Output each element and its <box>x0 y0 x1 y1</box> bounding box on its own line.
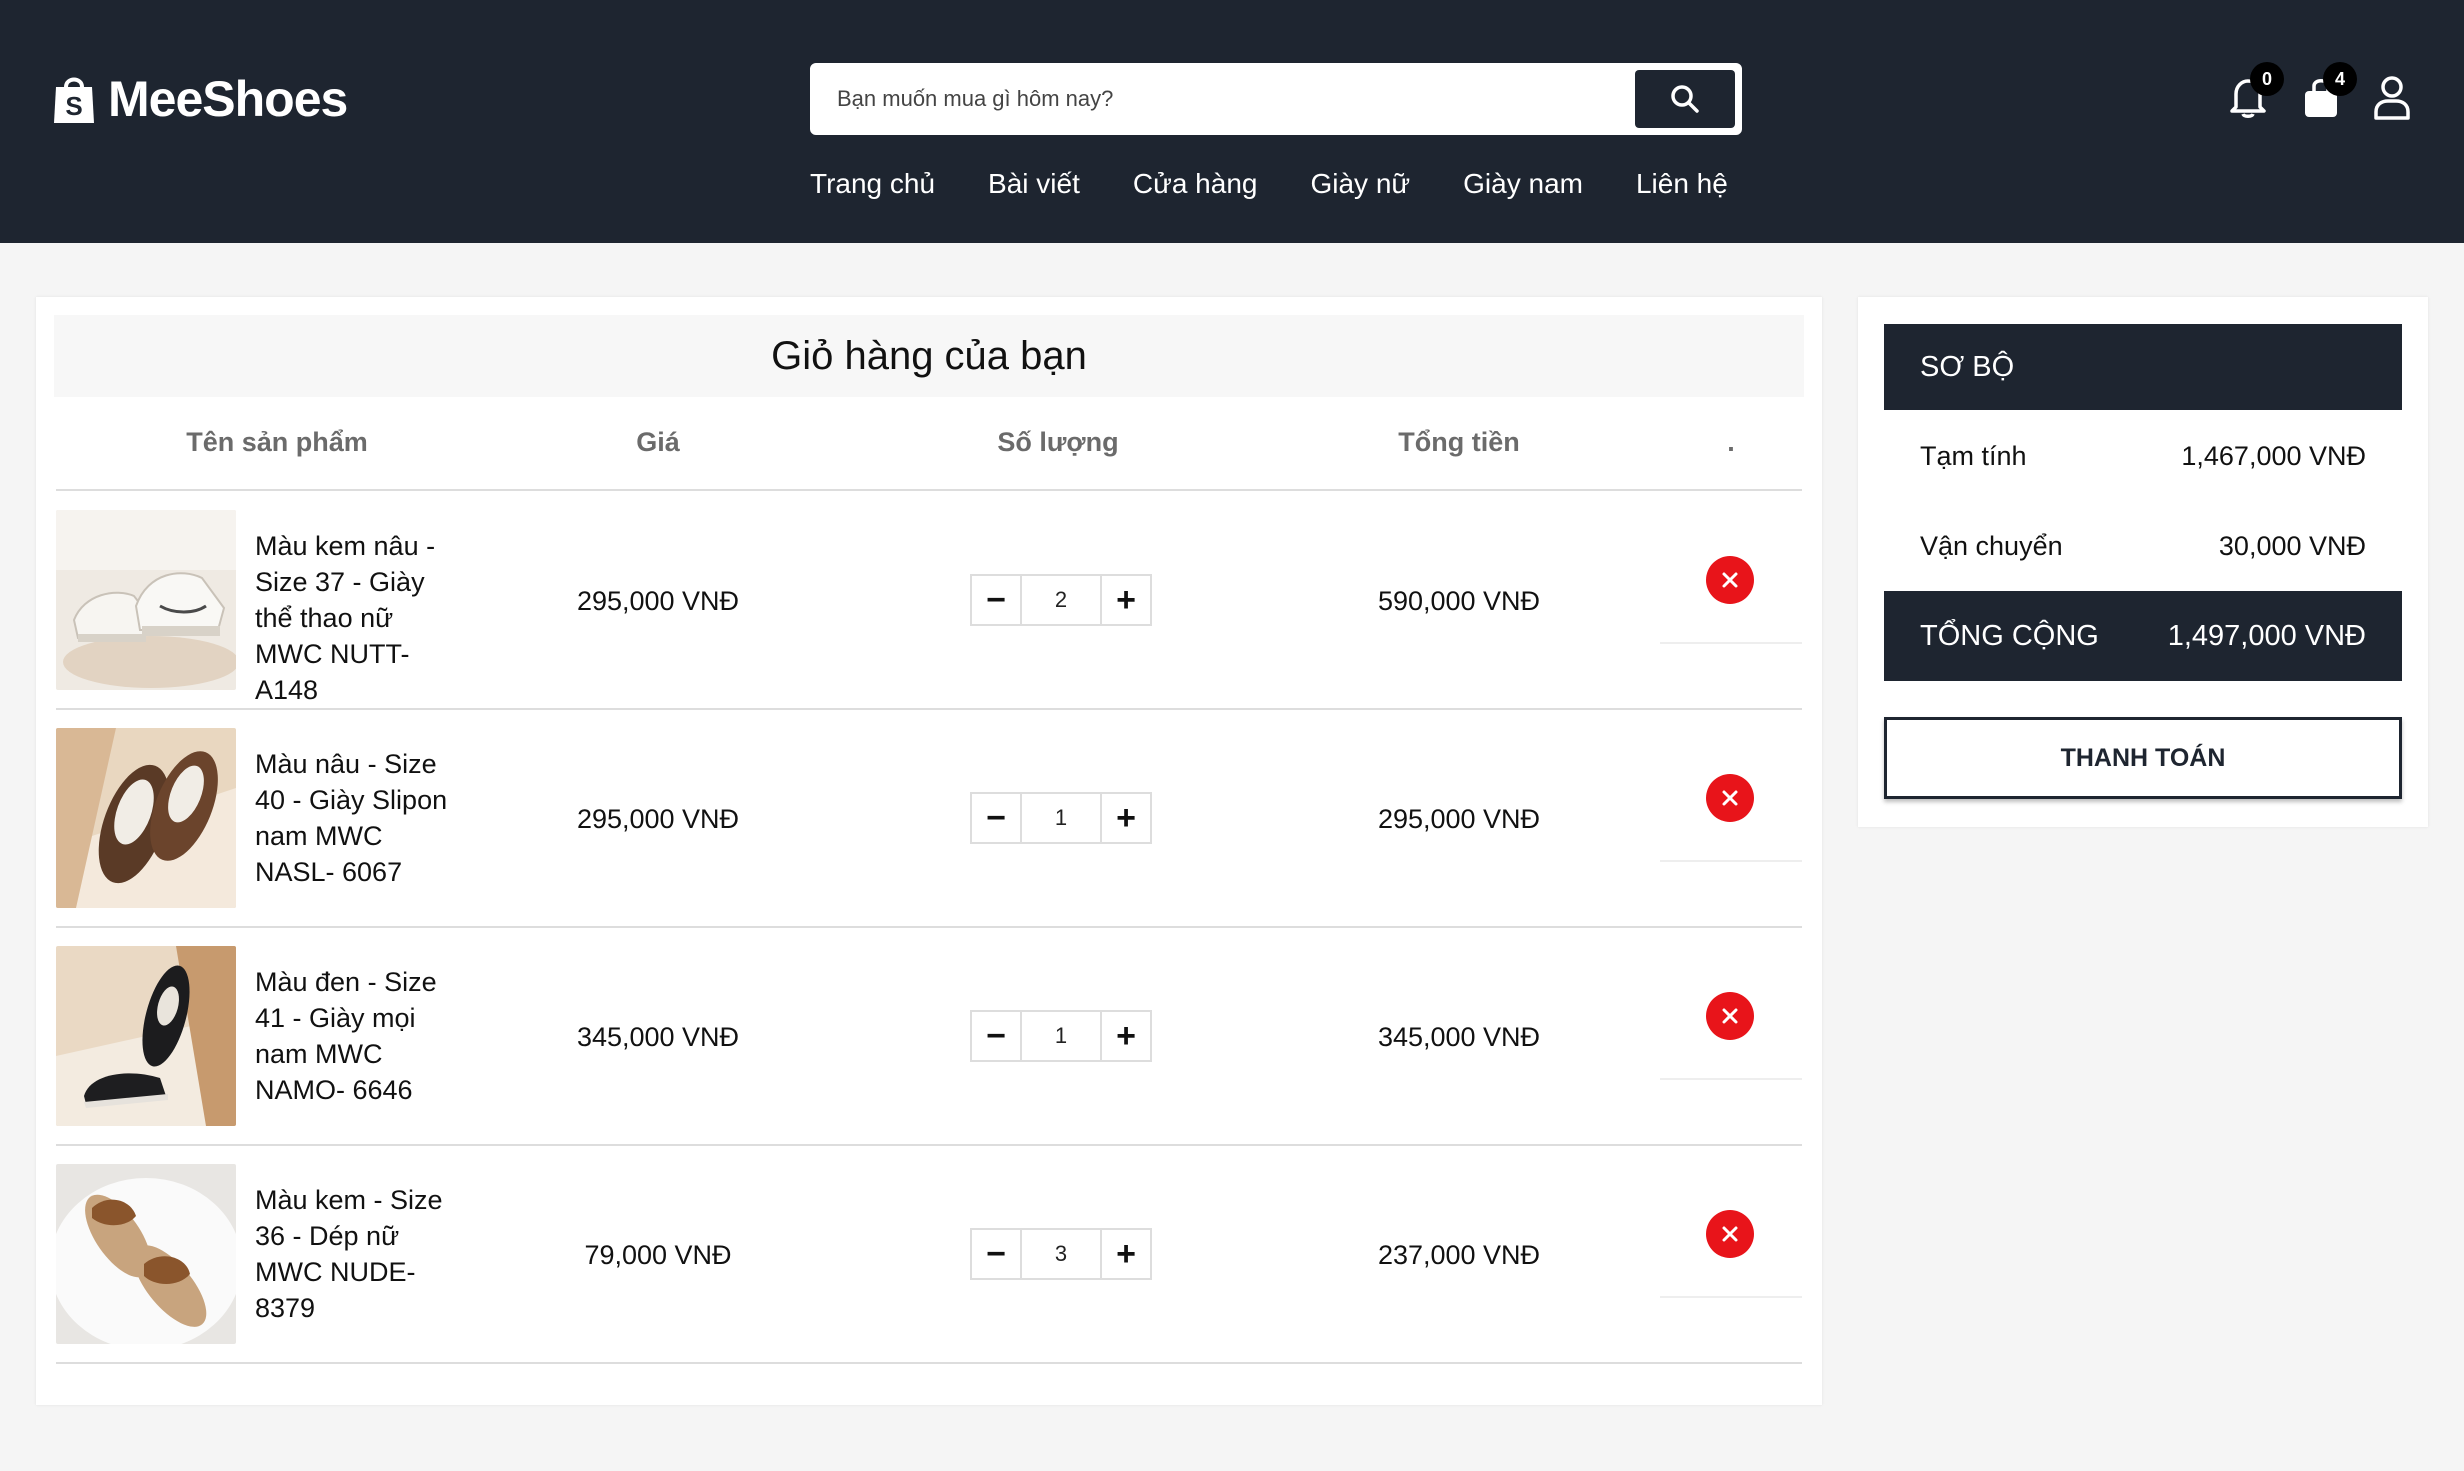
header-quantity: Số lượng <box>997 427 1119 457</box>
product-price: 295,000 VNĐ <box>576 803 740 834</box>
nav-men-shoes[interactable]: Giày nam <box>1463 168 1583 200</box>
delete-cell <box>1660 710 1802 862</box>
product-price: 345,000 VNĐ <box>576 1021 740 1052</box>
notifications-button[interactable]: 0 <box>2224 62 2284 122</box>
table-row: Màu đen - Size 41 - Giày mọi nam MWC NAM… <box>56 928 1802 1146</box>
logo[interactable]: S MeeShoes <box>52 70 348 128</box>
nav-blog[interactable]: Bài viết <box>988 168 1080 200</box>
nav-store[interactable]: Cửa hàng <box>1133 168 1258 200</box>
subtotal-label: Tạm tính <box>1920 440 2027 471</box>
remove-item-button[interactable] <box>1706 992 1754 1040</box>
product-image[interactable] <box>56 946 236 1126</box>
header-product: Tên sản phẩm <box>186 427 368 457</box>
remove-item-button[interactable] <box>1706 774 1754 822</box>
nav-home[interactable]: Trang chủ <box>810 168 935 200</box>
cart-count-badge: 4 <box>2323 62 2357 96</box>
product-name[interactable]: Màu nâu - Size 40 - Giày Slipon nam MWC … <box>255 746 465 890</box>
remove-item-button[interactable] <box>1706 556 1754 604</box>
shipping-value: 30,000 VNĐ <box>2218 530 2366 561</box>
main-nav: Trang chủ Bài viết Cửa hàng Giày nữ Giày… <box>810 168 1781 200</box>
nav-contact[interactable]: Liên hệ <box>1636 168 1728 200</box>
decrease-quantity-button[interactable]: − <box>972 794 1020 842</box>
total-label: TỔNG CỘNG <box>1920 619 2099 652</box>
cart-panel: Giỏ hàng của bạn Tên sản phẩm Giá Số lượ… <box>36 297 1822 1405</box>
cart-table-header: Tên sản phẩm Giá Số lượng Tổng tiền . <box>56 427 1802 491</box>
brand-name: MeeShoes <box>108 71 348 127</box>
close-icon <box>1722 790 1738 806</box>
line-total: 237,000 VNĐ <box>1377 1239 1541 1270</box>
quantity-value[interactable]: 1 <box>1020 1012 1102 1060</box>
line-total: 295,000 VNĐ <box>1377 803 1541 834</box>
subtotal-row: Tạm tính 1,467,000 VNĐ <box>1884 411 2402 501</box>
quantity-stepper: − 2 + <box>970 574 1152 626</box>
table-row: Màu kem nâu - Size 37 - Giày thể thao nữ… <box>56 492 1802 710</box>
product-price: 79,000 VNĐ <box>584 1239 732 1270</box>
order-summary-panel: SƠ BỘ Tạm tính 1,467,000 VNĐ Vận chuyển … <box>1858 297 2428 827</box>
increase-quantity-button[interactable]: + <box>1102 576 1150 624</box>
search-bar <box>810 63 1742 135</box>
close-icon <box>1722 1008 1738 1024</box>
increase-quantity-button[interactable]: + <box>1102 1012 1150 1060</box>
product-name[interactable]: Màu kem - Size 36 - Dép nữ MWC NUDE- 837… <box>255 1182 465 1326</box>
header-total: Tổng tiền <box>1398 427 1520 457</box>
quantity-stepper: − 1 + <box>970 1010 1152 1062</box>
remove-item-button[interactable] <box>1706 1210 1754 1258</box>
header-action: . <box>1727 427 1735 457</box>
slipon-image <box>56 728 236 908</box>
site-header: S MeeShoes Trang chủ Bài viết Cửa hàng G… <box>0 0 2464 243</box>
cart-button[interactable]: 4 <box>2297 62 2357 122</box>
checkout-button[interactable]: THANH TOÁN <box>1884 717 2402 799</box>
increase-quantity-button[interactable]: + <box>1102 1230 1150 1278</box>
notification-count-badge: 0 <box>2250 62 2284 96</box>
increase-quantity-button[interactable]: + <box>1102 794 1150 842</box>
summary-title: SƠ BỘ <box>1884 324 2402 410</box>
quantity-value[interactable]: 3 <box>1020 1230 1102 1278</box>
product-name[interactable]: Màu kem nâu - Size 37 - Giày thể thao nữ… <box>255 528 465 708</box>
account-button[interactable] <box>2368 72 2416 122</box>
table-row: Màu nâu - Size 40 - Giày Slipon nam MWC … <box>56 710 1802 928</box>
svg-text:S: S <box>65 91 82 121</box>
subtotal-value: 1,467,000 VNĐ <box>2181 440 2366 471</box>
close-icon <box>1722 572 1738 588</box>
quantity-stepper: − 3 + <box>970 1228 1152 1280</box>
close-icon <box>1722 1226 1738 1242</box>
total-row: TỔNG CỘNG 1,497,000 VNĐ <box>1884 591 2402 681</box>
loafer-image <box>56 946 236 1126</box>
shipping-row: Vận chuyển 30,000 VNĐ <box>1884 501 2402 591</box>
header-price: Giá <box>636 427 680 457</box>
shopping-bag-icon: S <box>54 77 94 123</box>
shipping-label: Vận chuyển <box>1920 530 2063 561</box>
sneaker-image <box>56 510 236 690</box>
product-price: 295,000 VNĐ <box>576 585 740 616</box>
quantity-value[interactable]: 1 <box>1020 794 1102 842</box>
quantity-stepper: − 1 + <box>970 792 1152 844</box>
quantity-value[interactable]: 2 <box>1020 576 1102 624</box>
total-value: 1,497,000 VNĐ <box>2167 619 2366 652</box>
line-total: 590,000 VNĐ <box>1377 585 1541 616</box>
line-total: 345,000 VNĐ <box>1377 1021 1541 1052</box>
search-button[interactable] <box>1635 70 1735 128</box>
delete-cell <box>1660 928 1802 1080</box>
product-image[interactable] <box>56 510 236 690</box>
nav-women-shoes[interactable]: Giày nữ <box>1310 168 1410 200</box>
product-image[interactable] <box>56 1164 236 1344</box>
product-image[interactable] <box>56 728 236 908</box>
decrease-quantity-button[interactable]: − <box>972 1012 1020 1060</box>
user-icon <box>2374 76 2410 120</box>
search-icon <box>1671 85 1699 113</box>
search-input[interactable] <box>813 66 1635 132</box>
product-name[interactable]: Màu đen - Size 41 - Giày mọi nam MWC NAM… <box>255 964 465 1108</box>
table-row: Màu kem - Size 36 - Dép nữ MWC NUDE- 837… <box>56 1146 1802 1364</box>
decrease-quantity-button[interactable]: − <box>972 576 1020 624</box>
cart-title: Giỏ hàng của bạn <box>54 315 1804 397</box>
delete-cell <box>1660 492 1802 644</box>
decrease-quantity-button[interactable]: − <box>972 1230 1020 1278</box>
delete-cell <box>1660 1146 1802 1298</box>
sandal-image <box>56 1164 236 1344</box>
